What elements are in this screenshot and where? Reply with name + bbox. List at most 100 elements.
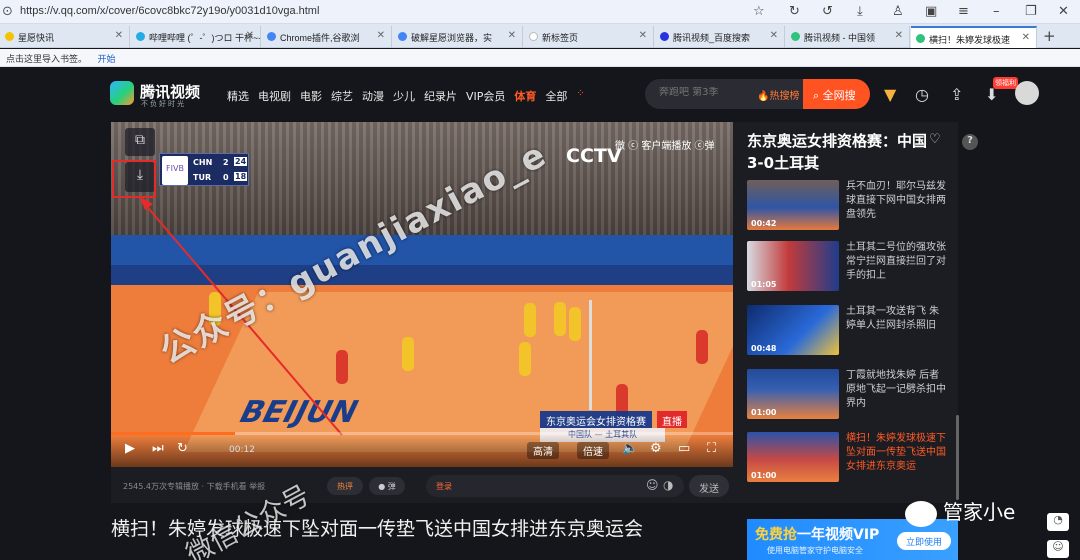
bookmarks-import-prompt[interactable]: 点击这里导入书签。 xyxy=(6,54,87,64)
side-tool-icon[interactable]: ◔ xyxy=(1047,513,1069,531)
history-clock-icon[interactable]: ◷ xyxy=(915,85,929,104)
hot-search-link[interactable]: 🔥热搜榜 xyxy=(757,87,799,102)
player-top-actions[interactable]: 微 ⓒ 客户端播放 ⓒ弹 xyxy=(615,137,715,152)
tab-close-icon[interactable]: ✕ xyxy=(115,30,123,41)
search-button[interactable]: ⌕ 全网搜 xyxy=(803,79,870,109)
refresh-icon[interactable]: ↻ xyxy=(789,4,800,19)
tab-close-icon[interactable]: ✕ xyxy=(508,30,516,41)
nav-item-sports[interactable]: 体育 xyxy=(514,88,536,104)
playlist-item-active[interactable]: 01:00 横扫！朱婷发球极速下坠对面一传垫飞送中国女排进东京奥运 xyxy=(747,432,947,484)
progress-bar[interactable] xyxy=(111,432,733,435)
speed-button[interactable]: 倍速 xyxy=(577,442,609,459)
playlist-item[interactable]: 00:48 土耳其一攻送背飞 朱婷单人拦网封杀照旧 xyxy=(747,305,947,357)
nav-item-all[interactable]: 全部 xyxy=(545,88,567,104)
client-badge: 领福利 xyxy=(993,77,1018,89)
login-link[interactable]: 登录 xyxy=(436,481,452,492)
tab-close-icon[interactable]: ✕ xyxy=(895,30,903,41)
nav-item-movie[interactable]: 电影 xyxy=(300,88,322,104)
bookmark-star-icon[interactable]: ☆ xyxy=(753,4,765,19)
feedback-icon[interactable]: ☺ xyxy=(1047,540,1069,558)
tab-item[interactable]: 新标签页 ✕ xyxy=(524,26,654,48)
help-icon[interactable]: ? xyxy=(962,134,978,150)
new-tab-button[interactable]: + xyxy=(1043,27,1056,45)
user-avatar[interactable] xyxy=(1015,81,1039,105)
tab-item[interactable]: 星愿快讯 ✕ xyxy=(0,26,130,48)
send-button[interactable]: 发送 xyxy=(689,475,729,497)
tencent-video-logo-icon[interactable] xyxy=(110,81,134,105)
minimize-icon[interactable]: – xyxy=(993,4,1000,19)
duration-label: 01:00 xyxy=(751,408,777,417)
tab-label: 腾讯视频_百度搜索 xyxy=(673,33,751,43)
score-points: 24 xyxy=(234,157,248,166)
score-row-chn: CHN 2 24 xyxy=(190,156,248,170)
fullscreen-icon[interactable]: ⛶ xyxy=(707,441,716,456)
close-window-icon[interactable]: ✕ xyxy=(1058,4,1069,19)
extension-icon[interactable]: ▣ xyxy=(925,4,937,19)
pip-icon: ⧉ xyxy=(135,132,145,148)
tab-label: 哔哩哔哩 (゜-゜)つロ 干杯~-bilibili xyxy=(149,33,261,43)
url-field[interactable]: https://v.qq.com/x/cover/6covc8bkc72y19o… xyxy=(20,5,319,17)
tab-item-active[interactable]: 横扫！朱婷发球极速 ✕ xyxy=(911,26,1037,48)
playlist-title: 东京奥运女排资格赛：中国3-0土耳其 xyxy=(747,132,928,172)
playlist-thumbnail: 00:48 xyxy=(747,305,839,355)
tab-close-icon[interactable]: ✕ xyxy=(770,30,778,41)
play-icon[interactable]: ▶ xyxy=(125,441,135,456)
widescreen-icon[interactable]: ▭ xyxy=(678,441,690,456)
upload-icon[interactable]: ⇪ xyxy=(950,85,963,104)
menu-icon[interactable]: ≡ xyxy=(958,4,969,19)
player-info-bar: 2545.4万次专辑播放 · 下载手机看 举报 热评 ● 弹 登录 ☺ ◑ 发送 xyxy=(111,467,733,503)
download-manager-icon[interactable]: ⤓ xyxy=(857,4,863,19)
tab-item[interactable]: Chrome插件,谷歌浏 ✕ xyxy=(262,26,392,48)
playlist-item[interactable]: 01:05 土耳其二号位的强攻张常宁拦网直接拦回了对手的扣上 xyxy=(747,241,947,293)
undo-icon[interactable]: ↺ xyxy=(822,4,833,19)
wechat-logo-icon xyxy=(905,500,937,527)
playlist-scrollbar[interactable] xyxy=(956,415,959,500)
volume-icon[interactable]: 🔈 xyxy=(622,441,638,456)
nav-item-featured[interactable]: 精选 xyxy=(227,88,249,104)
quality-button[interactable]: 高清 xyxy=(527,442,559,459)
playlist-item-title: 土耳其一攻送背飞 朱婷单人拦网封杀照旧 xyxy=(846,306,940,331)
tab-close-icon[interactable]: ✕ xyxy=(1022,32,1030,43)
playlist-item[interactable]: 01:00 丁霞就地找朱婷 后者原地飞起一记劈杀扣中界内 xyxy=(747,369,947,421)
site-info-icon[interactable]: ⊙ xyxy=(2,4,13,19)
next-icon[interactable]: ⏭ xyxy=(152,441,164,456)
nav-item-variety[interactable]: 综艺 xyxy=(331,88,353,104)
duration-label: 01:05 xyxy=(751,280,777,289)
tab-item[interactable]: 腾讯视频_百度搜索 ✕ xyxy=(655,26,785,48)
playlist-item-title: 土耳其二号位的强攻张常宁拦网直接拦回了对手的扣上 xyxy=(846,242,946,281)
vip-crown-icon[interactable]: ▼ xyxy=(884,85,896,104)
settings-gear-icon[interactable]: ⚙ xyxy=(650,441,662,456)
palette-icon[interactable]: ◑ xyxy=(663,478,673,492)
danmaku-toggle[interactable]: ● 弹 xyxy=(369,477,405,495)
nav-item-anime[interactable]: 动漫 xyxy=(362,88,384,104)
favorite-heart-icon[interactable]: ♡ xyxy=(929,132,941,147)
video-player[interactable]: BEIJUN FIVB CHN 2 24 TUR 0 18 CCTV 微 ⓒ 客… xyxy=(111,122,733,467)
nav-item-vip[interactable]: VIP会员 xyxy=(466,88,505,104)
score-points: 18 xyxy=(234,172,248,181)
flame-icon: 🔥 xyxy=(757,91,770,102)
wechat-account-mark: 管家小e xyxy=(905,496,1015,527)
emoji-icon[interactable]: ☺ xyxy=(646,478,659,492)
bookmarks-start-link[interactable]: 开始 xyxy=(98,54,116,64)
tab-item[interactable]: 哔哩哔哩 (゜-゜)つロ 干杯~-bilibili ✕ xyxy=(131,26,261,48)
picture-in-picture-button[interactable]: ⧉ xyxy=(125,128,155,156)
tab-item[interactable]: 破解星愿浏览器，实 ✕ xyxy=(393,26,523,48)
vip-use-now-button[interactable]: 立即使用 xyxy=(897,532,951,550)
playlist-thumbnail: 01:00 xyxy=(747,432,839,482)
nav-item-documentary[interactable]: 纪录片 xyxy=(424,88,457,104)
restore-icon[interactable]: ❐ xyxy=(1025,4,1037,19)
danmaku-input[interactable]: 登录 ☺ ◑ xyxy=(426,475,684,497)
playlist-item[interactable]: 00:42 兵不血刃！耶尔马兹发球直接下网中国女排两盘领先 xyxy=(747,180,947,232)
tab-item[interactable]: 腾讯视频 - 中国领 ✕ xyxy=(786,26,910,48)
scoreboard: FIVB CHN 2 24 TUR 0 18 xyxy=(159,153,249,186)
nav-item-kids[interactable]: 少儿 xyxy=(393,88,415,104)
user-icon[interactable]: ♙ xyxy=(892,4,904,19)
tab-close-icon[interactable]: ✕ xyxy=(377,30,385,41)
nav-item-tv[interactable]: 电视剧 xyxy=(258,88,291,104)
loop-icon[interactable]: ↻ xyxy=(177,441,188,456)
caption-title: 东京奥运会女排资格赛 xyxy=(540,411,652,428)
tab-close-icon[interactable]: ✕ xyxy=(246,30,254,41)
tab-close-icon[interactable]: ✕ xyxy=(639,30,647,41)
hot-comment-button[interactable]: 热评 xyxy=(327,477,363,495)
athlete-figure xyxy=(524,303,536,337)
